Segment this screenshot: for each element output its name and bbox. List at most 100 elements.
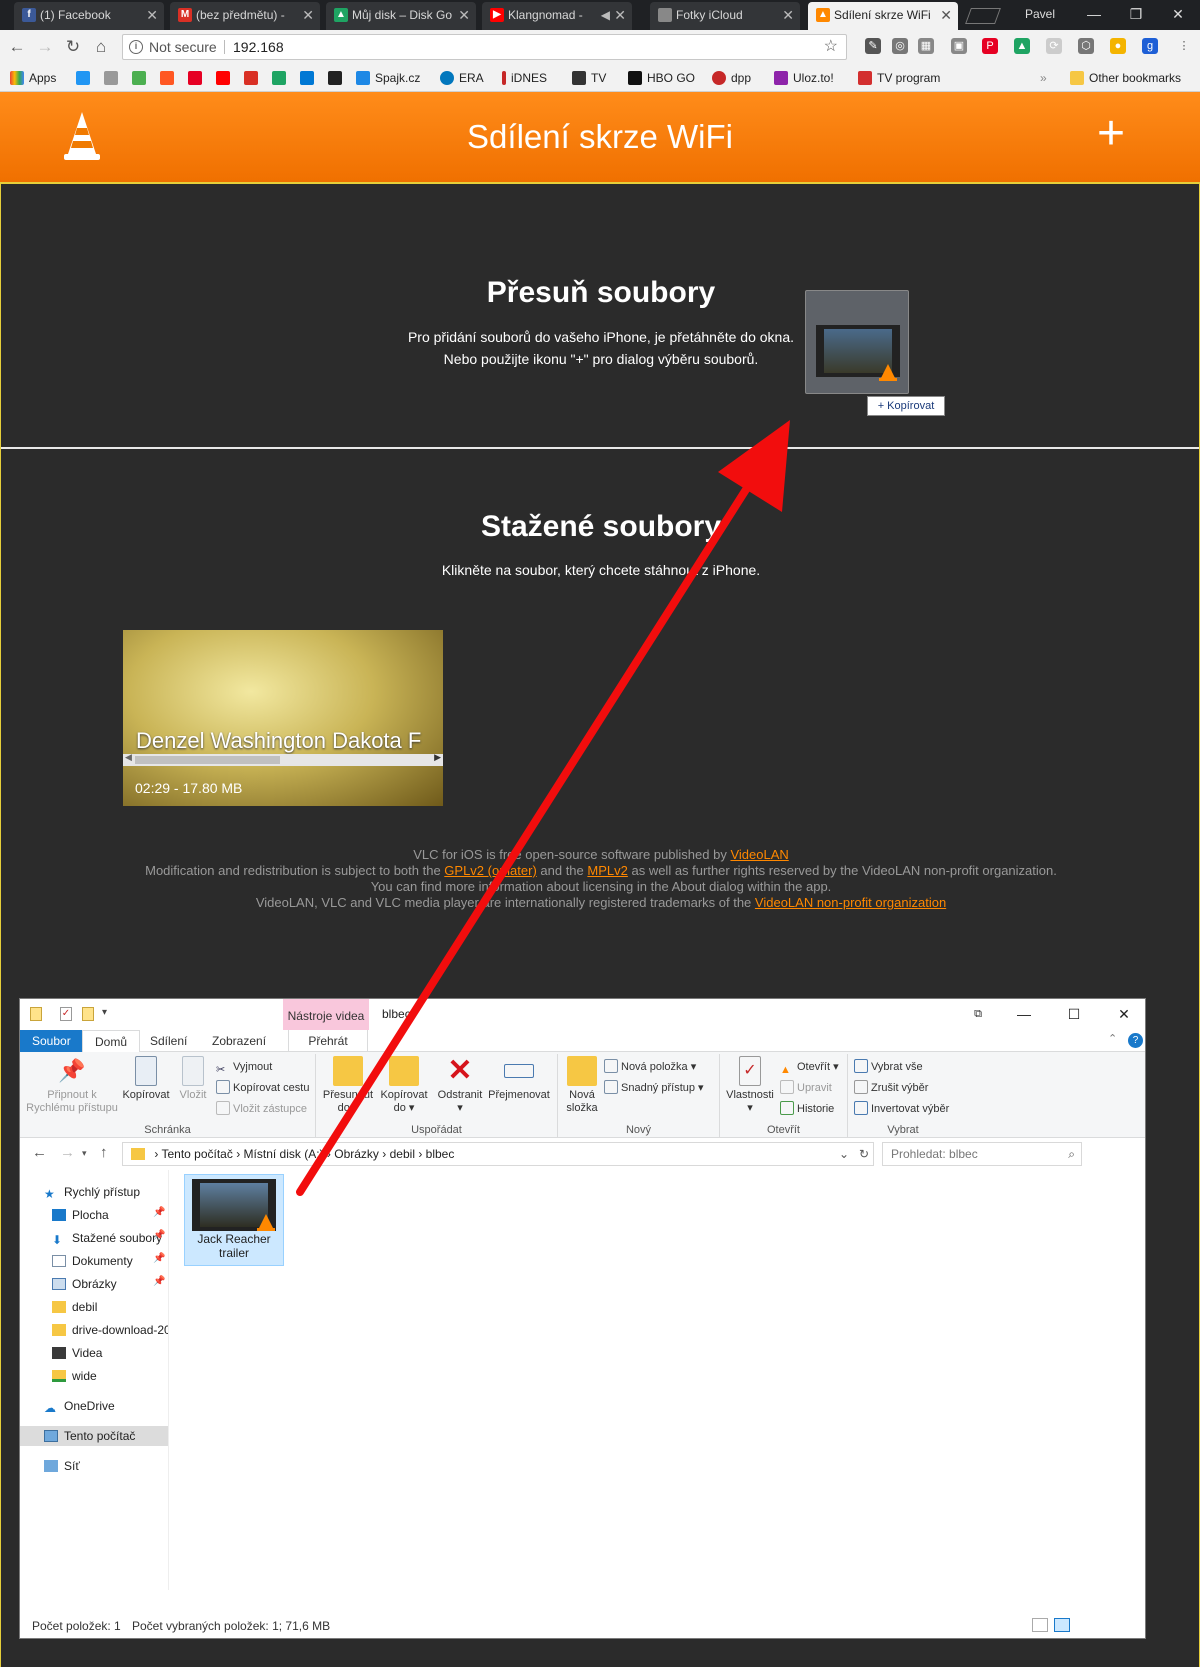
up-icon[interactable]: ↑ — [100, 1144, 108, 1161]
bookmark-icon[interactable] — [272, 70, 291, 86]
nav-item-videos[interactable]: Videa — [52, 1343, 102, 1363]
close-icon[interactable]: ✕ — [146, 2, 158, 28]
help-icon[interactable]: ? — [1128, 1033, 1143, 1048]
pin-icon[interactable]: 📌 — [153, 1207, 165, 1218]
open-button[interactable]: ▲ Otevřít ▾ — [780, 1058, 839, 1076]
select-all-button[interactable]: Vybrat vše — [854, 1058, 923, 1076]
nav-item-network[interactable]: Síť — [44, 1456, 80, 1476]
profile-name[interactable]: Pavel — [1010, 0, 1070, 30]
extension-icon[interactable]: ◎ — [892, 38, 908, 54]
menu-icon[interactable]: ⋮ — [1176, 38, 1192, 54]
search-input[interactable]: Prohledat: blbec ⌕ — [882, 1142, 1082, 1166]
tab-youtube[interactable]: ▶ Klangnomad - ◀ ✕ — [482, 2, 632, 30]
other-bookmarks[interactable]: Other bookmarks — [1070, 70, 1181, 86]
scroll-left-icon[interactable]: ◀ — [125, 752, 132, 763]
bookmark-icon[interactable] — [132, 70, 151, 86]
tab-icloud[interactable]: Fotky iCloud ✕ — [650, 2, 800, 30]
breadcrumb-item[interactable]: Obrázky — [334, 1147, 379, 1161]
bookmark-icon[interactable] — [328, 70, 347, 86]
title-scrollbar[interactable]: ◀ ▶ — [123, 752, 443, 766]
bookmark-tv[interactable]: TV — [572, 70, 606, 86]
new-item-button[interactable]: Nová položka ▾ — [604, 1058, 696, 1076]
videolan-link[interactable]: VideoLAN — [730, 847, 788, 862]
large-icons-view-icon[interactable] — [1054, 1618, 1070, 1632]
close-icon[interactable]: ✕ — [458, 2, 470, 28]
extension-icon[interactable]: ⬡ — [1078, 38, 1094, 54]
tab-sdileni[interactable]: Sdílení — [138, 1030, 199, 1052]
tab-prehrat[interactable]: Přehrát — [288, 1030, 368, 1052]
new-folder-button[interactable]: Nová složka — [562, 1056, 602, 1115]
nav-item-downloads[interactable]: ⬇ Stažené soubory — [52, 1228, 162, 1248]
nav-item-drive-download[interactable]: drive-download-20 — [52, 1320, 168, 1340]
bookmark-icon[interactable] — [244, 70, 263, 86]
forward-icon[interactable]: → — [60, 1144, 75, 1161]
recent-locations-icon[interactable]: ▾ — [82, 1148, 87, 1159]
collapse-ribbon-icon[interactable]: ⌃ — [1108, 1032, 1117, 1045]
edit-button[interactable]: Upravit — [780, 1079, 832, 1097]
nav-item-onedrive[interactable]: ☁ OneDrive — [44, 1396, 115, 1416]
bookmark-dpp[interactable]: dpp — [712, 70, 751, 86]
upload-drop-zone[interactable]: Přesuň soubory Pro přidání souborů do va… — [1, 182, 1199, 449]
bookmark-icon[interactable] — [76, 70, 95, 86]
nav-item-wide[interactable]: wide — [52, 1366, 97, 1386]
forward-icon[interactable]: → — [34, 36, 56, 58]
back-icon[interactable]: ← — [6, 36, 28, 58]
extension-icon[interactable]: g — [1142, 38, 1158, 54]
easy-access-button[interactable]: Snadný přístup ▾ — [604, 1079, 704, 1097]
bookmark-icon[interactable] — [104, 70, 123, 86]
invert-selection-button[interactable]: Invertovat výběr — [854, 1100, 949, 1118]
lightbulb-icon[interactable]: ● — [1110, 38, 1126, 54]
rename-button[interactable]: Přejmenovat — [486, 1056, 552, 1102]
copy-path-button[interactable]: Kopírovat cestu — [216, 1079, 309, 1097]
gplv2-link[interactable]: GPLv2 (or later) — [444, 863, 536, 878]
breadcrumb-item[interactable]: debil — [390, 1147, 415, 1161]
info-icon[interactable]: i — [129, 40, 143, 54]
properties-button[interactable]: ✓ Vlastnosti ▾ — [722, 1056, 778, 1115]
customize-qa-icon[interactable]: ▾ — [102, 1007, 107, 1018]
breadcrumb-item[interactable]: Tento počítač — [161, 1147, 232, 1161]
refresh-icon[interactable]: ↻ — [859, 1143, 869, 1165]
copy-to-button[interactable]: Kopírovat do ▾ — [376, 1056, 432, 1115]
nav-item-desktop[interactable]: Plocha — [52, 1205, 109, 1225]
reload-icon[interactable]: ↻ — [62, 36, 84, 58]
cut-button[interactable]: ✂ Vyjmout — [216, 1058, 272, 1076]
close-icon[interactable]: ✕ — [782, 2, 794, 28]
video-file-card[interactable]: Denzel Washington Dakota F ◀ ▶ 02:29 - 1… — [123, 630, 443, 806]
mplv2-link[interactable]: MPLv2 — [587, 863, 627, 878]
tab-zobrazeni[interactable]: Zobrazení — [200, 1030, 278, 1052]
extension-icon[interactable]: ▦ — [918, 38, 934, 54]
copy-button[interactable]: Kopírovat — [120, 1056, 172, 1102]
breadcrumb-item[interactable]: blbec — [426, 1147, 455, 1161]
scroll-right-icon[interactable]: ▶ — [434, 752, 441, 763]
camera-icon[interactable]: ▣ — [951, 38, 967, 54]
close-icon[interactable]: ✕ — [940, 2, 952, 28]
properties-qa-icon[interactable]: ✓ — [60, 1007, 72, 1021]
bookmark-idnes[interactable]: iDNES — [502, 70, 547, 86]
path-bar[interactable]: › Tento počítač › Místní disk (A:) › Obr… — [122, 1142, 874, 1166]
history-button[interactable]: Historie — [780, 1100, 834, 1118]
pin-quick-access-button[interactable]: 📌 Připnout k Rychlému přístupu — [26, 1056, 118, 1115]
paste-button[interactable]: Vložit — [172, 1056, 214, 1102]
details-view-icon[interactable] — [1032, 1618, 1048, 1632]
videolan-org-link[interactable]: VideoLAN non-profit organization — [755, 895, 946, 910]
paste-shortcut-button[interactable]: Vložit zástupce — [216, 1100, 307, 1118]
new-tab-button[interactable] — [965, 8, 1001, 24]
close-icon[interactable]: ✕ — [302, 2, 314, 28]
tab-soubor[interactable]: Soubor — [20, 1030, 83, 1052]
new-folder-qa-icon[interactable] — [82, 1007, 94, 1021]
pin-icon[interactable]: 📌 — [153, 1253, 165, 1264]
bookmark-icon[interactable] — [188, 70, 207, 86]
scrollbar-thumb[interactable] — [135, 756, 280, 764]
tab-domu[interactable]: Domů — [82, 1030, 141, 1052]
pinterest-icon[interactable]: P — [982, 38, 998, 54]
breadcrumb-item[interactable]: Místní disk (A:) — [244, 1147, 324, 1161]
bookmark-spajk[interactable]: Spajk.cz — [356, 70, 420, 86]
delete-button[interactable]: ✕ Odstranit ▾ — [434, 1056, 486, 1115]
close-window-button[interactable]: ✕ — [1156, 0, 1200, 28]
bookmark-star-icon[interactable]: ☆ — [824, 35, 838, 59]
bookmark-ulozto[interactable]: Uloz.to! — [774, 70, 834, 86]
drive-icon[interactable]: ▲ — [1014, 38, 1030, 54]
close-icon[interactable]: ✕ — [614, 2, 626, 28]
bookmark-era[interactable]: ERA — [440, 70, 484, 86]
pin-icon[interactable]: 📌 — [153, 1276, 165, 1287]
